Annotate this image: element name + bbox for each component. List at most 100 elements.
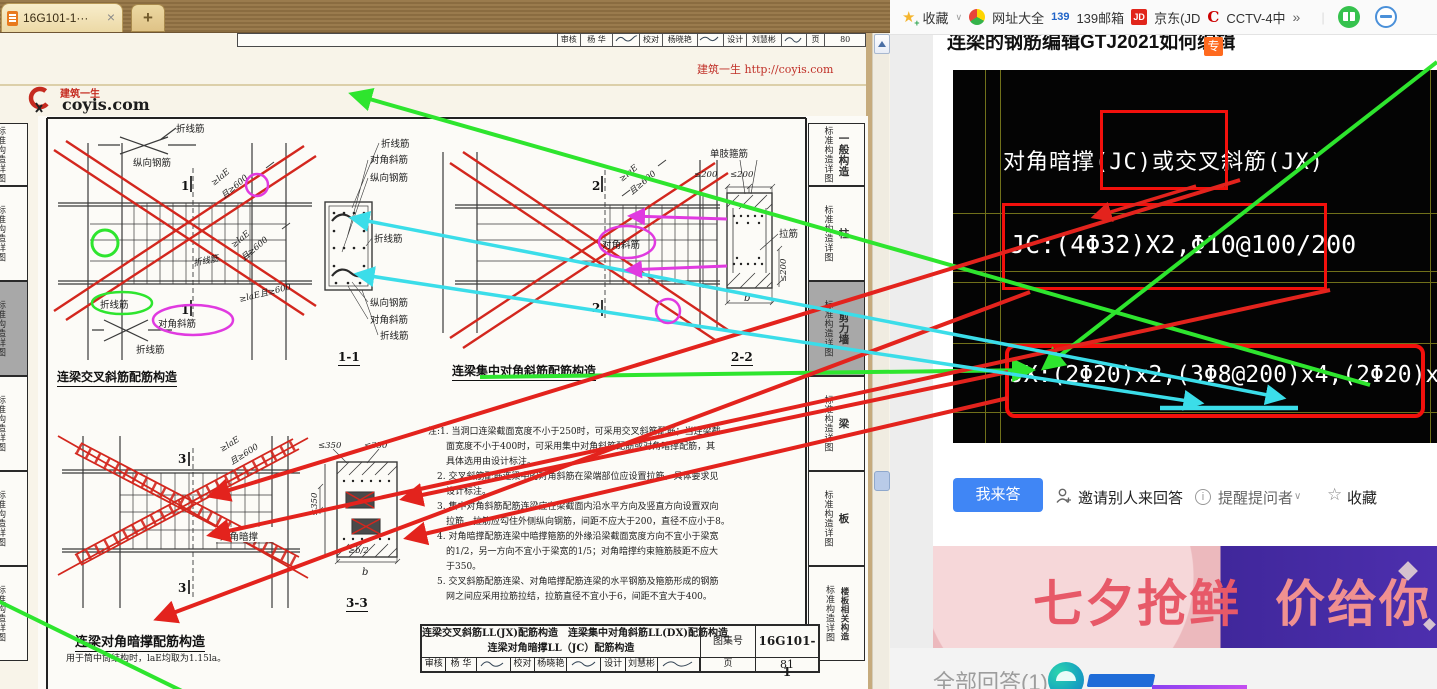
sheet-tab-category: 柱 <box>837 228 850 239</box>
annotation-box-jx <box>1005 344 1425 418</box>
svg-text:≥laE: ≥laE <box>618 163 641 185</box>
svg-text:≤350: ≤350 <box>318 441 342 451</box>
note-line: 注:1. 当洞口连梁截面宽度不小于250时，可采用交叉斜筋配筋；当连梁截 <box>428 427 721 437</box>
sheet-tab-label: 标准构造详图 <box>0 205 5 262</box>
chevron-down-icon[interactable]: ∨ <box>1294 491 1301 502</box>
info-icon: i <box>1195 489 1211 505</box>
titleblock-cell: 杨 华 <box>581 34 614 46</box>
sheet-tab-label: 标准构造详图 <box>822 490 833 547</box>
coyis-logo[interactable]: 建筑一生 coyis.com <box>26 85 246 115</box>
favorites-label[interactable]: 收藏 <box>922 8 948 27</box>
site-directory-icon[interactable] <box>969 9 986 25</box>
reading-mode-icon[interactable] <box>1337 6 1360 28</box>
fig5-elevation <box>62 436 300 608</box>
titleblock-blank-cell <box>238 34 558 46</box>
svg-text:折线筋: 折线筋 <box>374 233 403 245</box>
svg-text:≥laE: ≥laE <box>230 229 253 251</box>
titleblock-cell: 设计 <box>601 658 626 671</box>
atlas-number-value: 16G101-1 <box>755 626 818 679</box>
svg-text:≤200: ≤200 <box>694 170 718 180</box>
site-watermark-link[interactable]: 建筑一生 http://coyis.com <box>697 61 833 77</box>
titleblock-cell: 审核 <box>422 658 447 671</box>
more-bookmarks-icon[interactable]: » <box>1293 9 1301 25</box>
svg-text:1: 1 <box>181 179 189 193</box>
svg-text:对角暗撑: 对角暗撑 <box>220 531 259 543</box>
signature-cell <box>477 658 511 671</box>
fig5-caption-subtitle: 用于筒中筒结构时，laE均取为1.15la。 <box>66 654 227 664</box>
person-plus-icon[interactable] <box>1055 487 1073 505</box>
page-gutter <box>890 35 933 689</box>
tab-close-icon[interactable]: × <box>107 10 115 24</box>
mail-139-icon[interactable]: 139 <box>1051 11 1069 23</box>
svg-text:折线筋: 折线筋 <box>192 253 221 269</box>
svg-text:2: 2 <box>592 301 600 315</box>
note-line: 面宽度不小于400时，可采用集中对角斜筋配筋或对角暗撑配筋，其 <box>428 442 716 452</box>
sheet-tab-slab: 标准构造详图板 <box>808 471 865 566</box>
titleblock-title-line1: 连梁交叉斜筋LL(JX)配筋构造 连梁集中对角斜筋LL(DX)配筋构造 <box>422 628 728 639</box>
right-qa-pane: 连梁的钢筋编辑GTJ2021如何编辑 专 ★ 收藏 ∨ 网址大全 139 139… <box>890 0 1437 689</box>
bookmark-cctv[interactable]: CCTV-4中 <box>1226 8 1285 27</box>
signature-cell <box>658 658 699 671</box>
cad-grid-line <box>985 70 986 443</box>
sheet-tab-selected: 标准构造详图 <box>0 281 28 376</box>
sheet-tab-category: 楼板相关构造 <box>839 586 849 641</box>
sheet-tab: 标准构造详图 <box>0 376 28 471</box>
signature-cell <box>698 34 725 46</box>
sheet-tab-category: 剪力墙 <box>837 312 850 345</box>
left-pane-scrollbar[interactable] <box>872 33 890 689</box>
sheet-tab-column: 标准构造详图柱 <box>808 186 865 281</box>
fig2-section-1-1 <box>324 142 380 336</box>
svg-text:≥b/2: ≥b/2 <box>348 546 369 556</box>
favorites-star-icon[interactable]: ★ <box>902 8 920 28</box>
sheet-tab-shearwall-selected: 标准构造详图 剪力墙 <box>808 281 865 376</box>
sheet-tab-label: 标准构造详图 <box>822 300 833 357</box>
sheet-tab-label: 标准构造详图 <box>0 585 5 642</box>
browser-tab-bar: 16G101-1··· × + <box>0 0 890 33</box>
chevron-down-icon[interactable]: ∨ <box>955 12 962 23</box>
bookmark-139-mail[interactable]: 139邮箱 <box>1076 8 1124 27</box>
titleblock-title-line2: 连梁对角暗撑LL（JC）配筋构造 <box>487 643 635 654</box>
titleblock-cell: 校对 <box>511 658 536 671</box>
bookmark-site-directory[interactable]: 网址大全 <box>992 8 1044 27</box>
scroll-up-button[interactable] <box>874 34 890 54</box>
answer-button[interactable]: 我来答 <box>953 478 1043 512</box>
remind-asker-button[interactable]: 提醒提问者 <box>1218 487 1293 508</box>
annotation-box-jc <box>1002 203 1327 290</box>
sheet-tab-category: 一般构造 <box>837 132 850 177</box>
sheet-titleblock: 连梁交叉斜筋LL(JX)配筋构造 连梁集中对角斜筋LL(DX)配筋构造 连梁对角… <box>420 624 820 679</box>
fig6-rebar-dots <box>342 479 391 541</box>
titleblock-cell: 校对 <box>640 34 663 46</box>
note-line: 具体选用由设计标注。 <box>428 457 537 467</box>
answerer-logo-bar <box>1152 685 1247 689</box>
svg-text:≥laE: ≥laE <box>218 434 242 454</box>
cctv-icon[interactable]: C <box>1207 8 1219 26</box>
fig4-section-2-2 <box>702 159 783 306</box>
note-line: 2. 交叉斜筋配筋连梁中的对角斜筋在梁端部位应设置拉筋，具体要求见 <box>428 472 719 482</box>
bookmark-jd[interactable]: 京东(JD <box>1154 8 1200 27</box>
previous-sheet-titleblock-row: 审核 杨 华 校对 杨晓艳 设计 刘慧彬 页 80 <box>237 33 866 47</box>
invite-answer-button[interactable]: 邀请别人来回答 <box>1078 487 1183 508</box>
scrollbar-thumb[interactable] <box>874 471 890 491</box>
adblock-icon[interactable] <box>1374 6 1397 28</box>
star-outline-icon[interactable]: ☆ <box>1327 485 1342 505</box>
jd-icon[interactable]: JD <box>1131 9 1148 25</box>
sheet-tab-beam: 标准构造详图梁 <box>808 376 865 471</box>
cad-screenshot-image[interactable]: 对角暗撑(JC)或交叉斜筋(JX) JC:(4Φ32)X2,Φ10@100/20… <box>953 70 1437 443</box>
new-tab-button[interactable]: + <box>131 4 165 32</box>
note-line: 设计标注。 <box>428 487 492 497</box>
favorite-button[interactable]: 收藏 <box>1347 487 1377 508</box>
fig3-diagonal-rebars <box>449 151 729 350</box>
section-2-2-label: 2-2 <box>731 350 753 366</box>
svg-text:1: 1 <box>181 303 189 317</box>
svg-text:≤350: ≤350 <box>364 441 388 451</box>
qixi-ad-banner[interactable]: 七夕抢鲜 价给你 <box>933 546 1437 648</box>
bookmarks-bar: ★ 收藏 ∨ 网址大全 139 139邮箱 JD 京东(JD C CCTV-4中… <box>890 0 1437 35</box>
svg-text:且≥600: 且≥600 <box>220 173 251 202</box>
svg-text:折线筋: 折线筋 <box>100 299 129 311</box>
sheet-tab: 标准构造详图 <box>0 471 28 566</box>
svg-text:3: 3 <box>178 581 186 595</box>
browser-tab-active[interactable]: 16G101-1··· × <box>1 3 123 32</box>
svg-text:拉筋: 拉筋 <box>779 228 798 240</box>
sheet-tab-category: 板 <box>837 513 850 524</box>
sheet-tab-general: 标准构造详图 一般构造 <box>808 123 865 186</box>
